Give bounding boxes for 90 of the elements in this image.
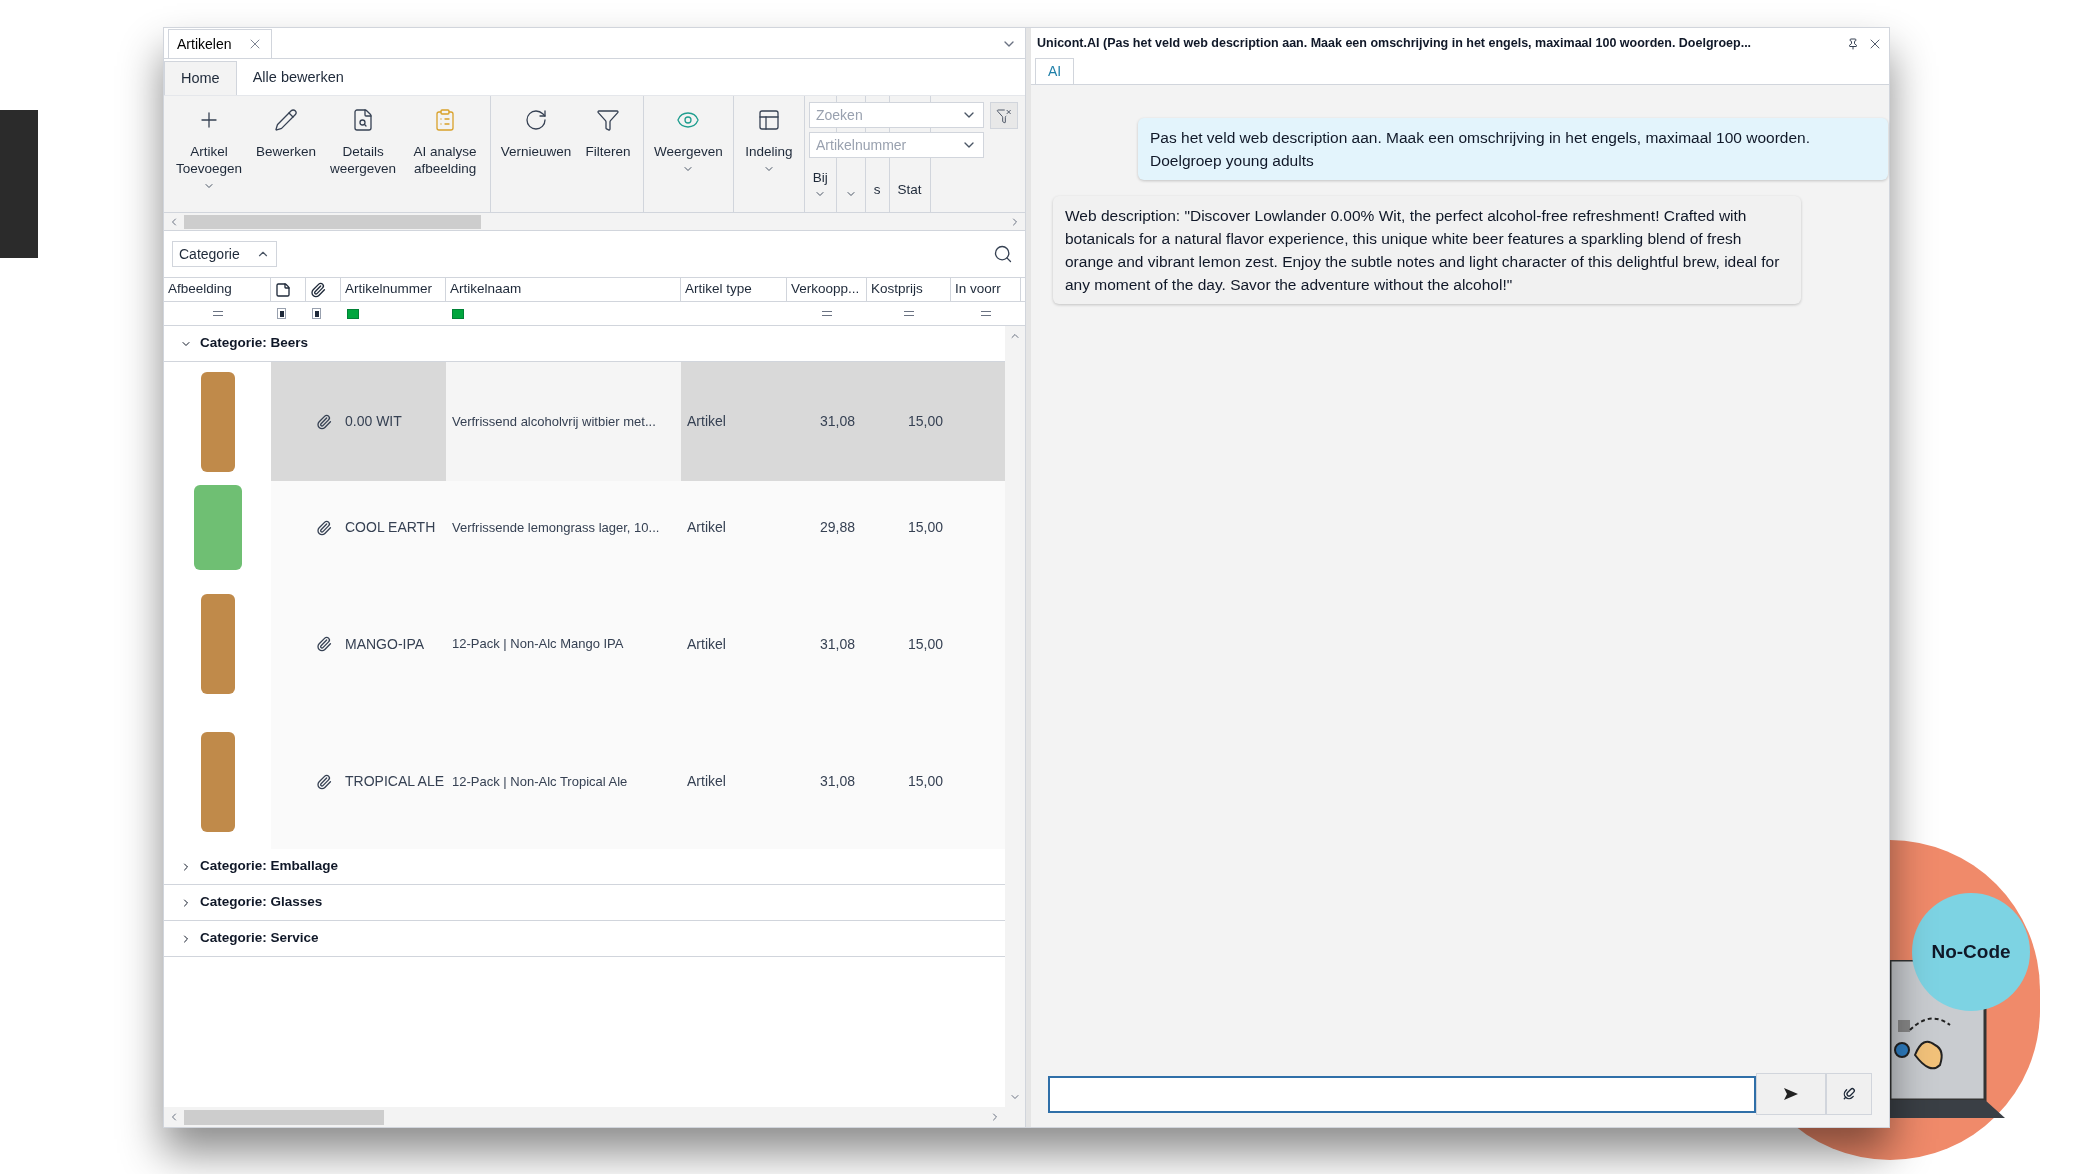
scrollbar-thumb[interactable] (184, 1109, 384, 1125)
group-label: Categorie: Service (200, 929, 319, 948)
search-dropdown[interactable]: Zoeken (809, 102, 984, 128)
table-cell-text: 12-Pack | Non-Alc Mango IPA (452, 635, 624, 654)
group-label: Categorie: Emballage (200, 857, 339, 876)
checkbox-filter-icon[interactable] (277, 308, 286, 319)
table-cell-text: Artikel (687, 518, 726, 537)
pin-icon[interactable] (1847, 37, 1859, 50)
paperclip-icon[interactable] (315, 636, 332, 652)
ribbon-button[interactable]: Artikel Toevoegen (168, 96, 250, 212)
table-cell-text: COOL EARTH (345, 518, 436, 537)
group-row[interactable]: Categorie: Glasses (164, 885, 1005, 921)
assistant-message: Web description: "Discover Lowlander 0.00% Wit, the perfect alcohol-free refreshment! Crafted with botanicals for a natural flavor experience, this unique white beer features a sparkling blend of fresh orange and vibrant lemon zest. Enjoy the subtle notes and light character of this delightful brew, ideal for any moment of the day. Savor the adventure without the alcohol!" (1053, 196, 1801, 304)
table-cell-text: 15,00 (907, 518, 943, 537)
table-cell-text: 15,00 (907, 772, 943, 791)
panel-title: Unicont.AI (Pas het veld web description aan. Maak een omschrijving in het engels, maximaal 100 woorden. Doelgroep... (1037, 35, 1753, 53)
ribbon-button[interactable]: Bewerken (250, 96, 323, 212)
column-header[interactable]: Kostprijs (867, 278, 951, 301)
panel-tab[interactable]: AI (1035, 58, 1075, 84)
group-label: Categorie: Beers (200, 334, 309, 353)
ribbon-label[interactable]: s (873, 179, 881, 200)
document-tab-label: Artikelen (177, 34, 232, 54)
ribbon-button[interactable]: Vernieuwen (495, 96, 578, 212)
horizontal-scrollbar[interactable] (164, 212, 1025, 230)
search-field-input[interactable]: Artikelnummer (816, 134, 961, 156)
ribbon-icon (756, 108, 781, 132)
microphone-button[interactable] (1826, 1073, 1872, 1115)
ribbon-button[interactable]: Details weergeven (322, 96, 405, 212)
ribbon-label[interactable]: Bij (812, 167, 828, 188)
scrollbar-thumb[interactable] (184, 214, 481, 229)
ribbon-icon (524, 108, 549, 132)
table-cell-text: Artikel (687, 772, 726, 791)
column-header[interactable]: Afbeelding (164, 278, 271, 301)
user-message: Pas het veld web description aan. Maak een omschrijving in het engels, maximaal 100 woorden. Doelgroep young adults (1138, 118, 1888, 180)
table-cell-text: 31,08 (819, 634, 855, 654)
group-row[interactable]: Categorie: Service (164, 921, 1005, 957)
equals-filter-icon[interactable] (822, 311, 832, 316)
table-cell-text: Verfrissend alcoholvrij witbier met... (452, 412, 656, 431)
table-row[interactable]: 0.00 WIT Verfrissend alcoholvrij witbier met... Artikel 31,08 15,00 (164, 362, 1005, 481)
chat-input[interactable] (1048, 1075, 1756, 1113)
notes-icon (275, 281, 291, 298)
text-filter-icon[interactable] (452, 308, 464, 319)
ribbon-tab[interactable]: Home (164, 61, 237, 95)
ribbon-button[interactable]: AI analyse afbeelding (404, 96, 487, 212)
ribbon-icon (274, 108, 298, 132)
table-row[interactable]: COOL EARTH Verfrissende lemongrass lager, 10... Artikel 29,88 15,00 (164, 481, 1005, 574)
column-header[interactable]: In voorr (951, 278, 1021, 301)
clear-filter-icon (996, 107, 1012, 124)
search-field-dropdown[interactable]: Artikelnummer (809, 132, 984, 158)
table-cell-text: 29,88 (819, 518, 855, 537)
column-header[interactable]: Artikel type (681, 278, 787, 301)
horizontal-scrollbar[interactable] (164, 1107, 1025, 1127)
checkbox-filter-icon[interactable] (312, 308, 321, 319)
group-row[interactable]: Categorie: Emballage (164, 849, 1005, 885)
paperclip-icon[interactable] (315, 519, 332, 536)
table-cell-text: 15,00 (907, 634, 943, 654)
ribbon-label[interactable]: Stat (897, 179, 922, 200)
group-by-label: Categorie (179, 244, 240, 264)
table-cell-text: 31,08 (819, 412, 855, 431)
clear-filter-button[interactable] (990, 102, 1018, 129)
paperclip-icon[interactable] (315, 413, 332, 430)
document-tab[interactable]: Artikelen (168, 29, 273, 58)
table-cell-text: 15,00 (907, 412, 943, 431)
ribbon-button[interactable]: Weergeven (648, 96, 729, 212)
paperclip-icon (310, 281, 326, 298)
ribbon-button[interactable]: Filteren (577, 96, 640, 212)
equals-filter-icon[interactable] (212, 311, 223, 316)
table-cell-text: 0.00 WIT (345, 412, 402, 431)
column-header[interactable]: Artikelnummer (341, 278, 446, 301)
search-input[interactable]: Zoeken (816, 104, 961, 126)
text-filter-icon[interactable] (347, 308, 359, 319)
equals-filter-icon[interactable] (981, 311, 991, 316)
column-header[interactable]: Verkoopp... (787, 278, 867, 301)
send-icon (1784, 1088, 1798, 1100)
paperclip-icon[interactable] (315, 773, 332, 790)
table-cell-text: MANGO-IPA (345, 634, 425, 654)
column-header[interactable]: Artikelnaam (446, 278, 681, 301)
send-button[interactable] (1756, 1073, 1826, 1115)
equals-filter-icon[interactable] (904, 311, 914, 316)
table-cell-text: Artikel (687, 634, 726, 654)
table-cell-text: 31,08 (819, 772, 855, 791)
ribbon-icon (596, 108, 621, 132)
table-cell-text: Artikel (687, 412, 726, 431)
ribbon-button[interactable]: Indeling (737, 96, 800, 212)
search-icon[interactable] (993, 244, 1013, 264)
table-cell-text: 12-Pack | Non-Alc Tropical Ale (452, 772, 628, 791)
table-cell-text: TROPICAL ALE (345, 772, 445, 791)
group-by-chip[interactable]: Categorie (172, 241, 277, 267)
group-label: Categorie: Glasses (200, 893, 323, 912)
table-cell-text: Verfrissende lemongrass lager, 10... (452, 518, 660, 537)
